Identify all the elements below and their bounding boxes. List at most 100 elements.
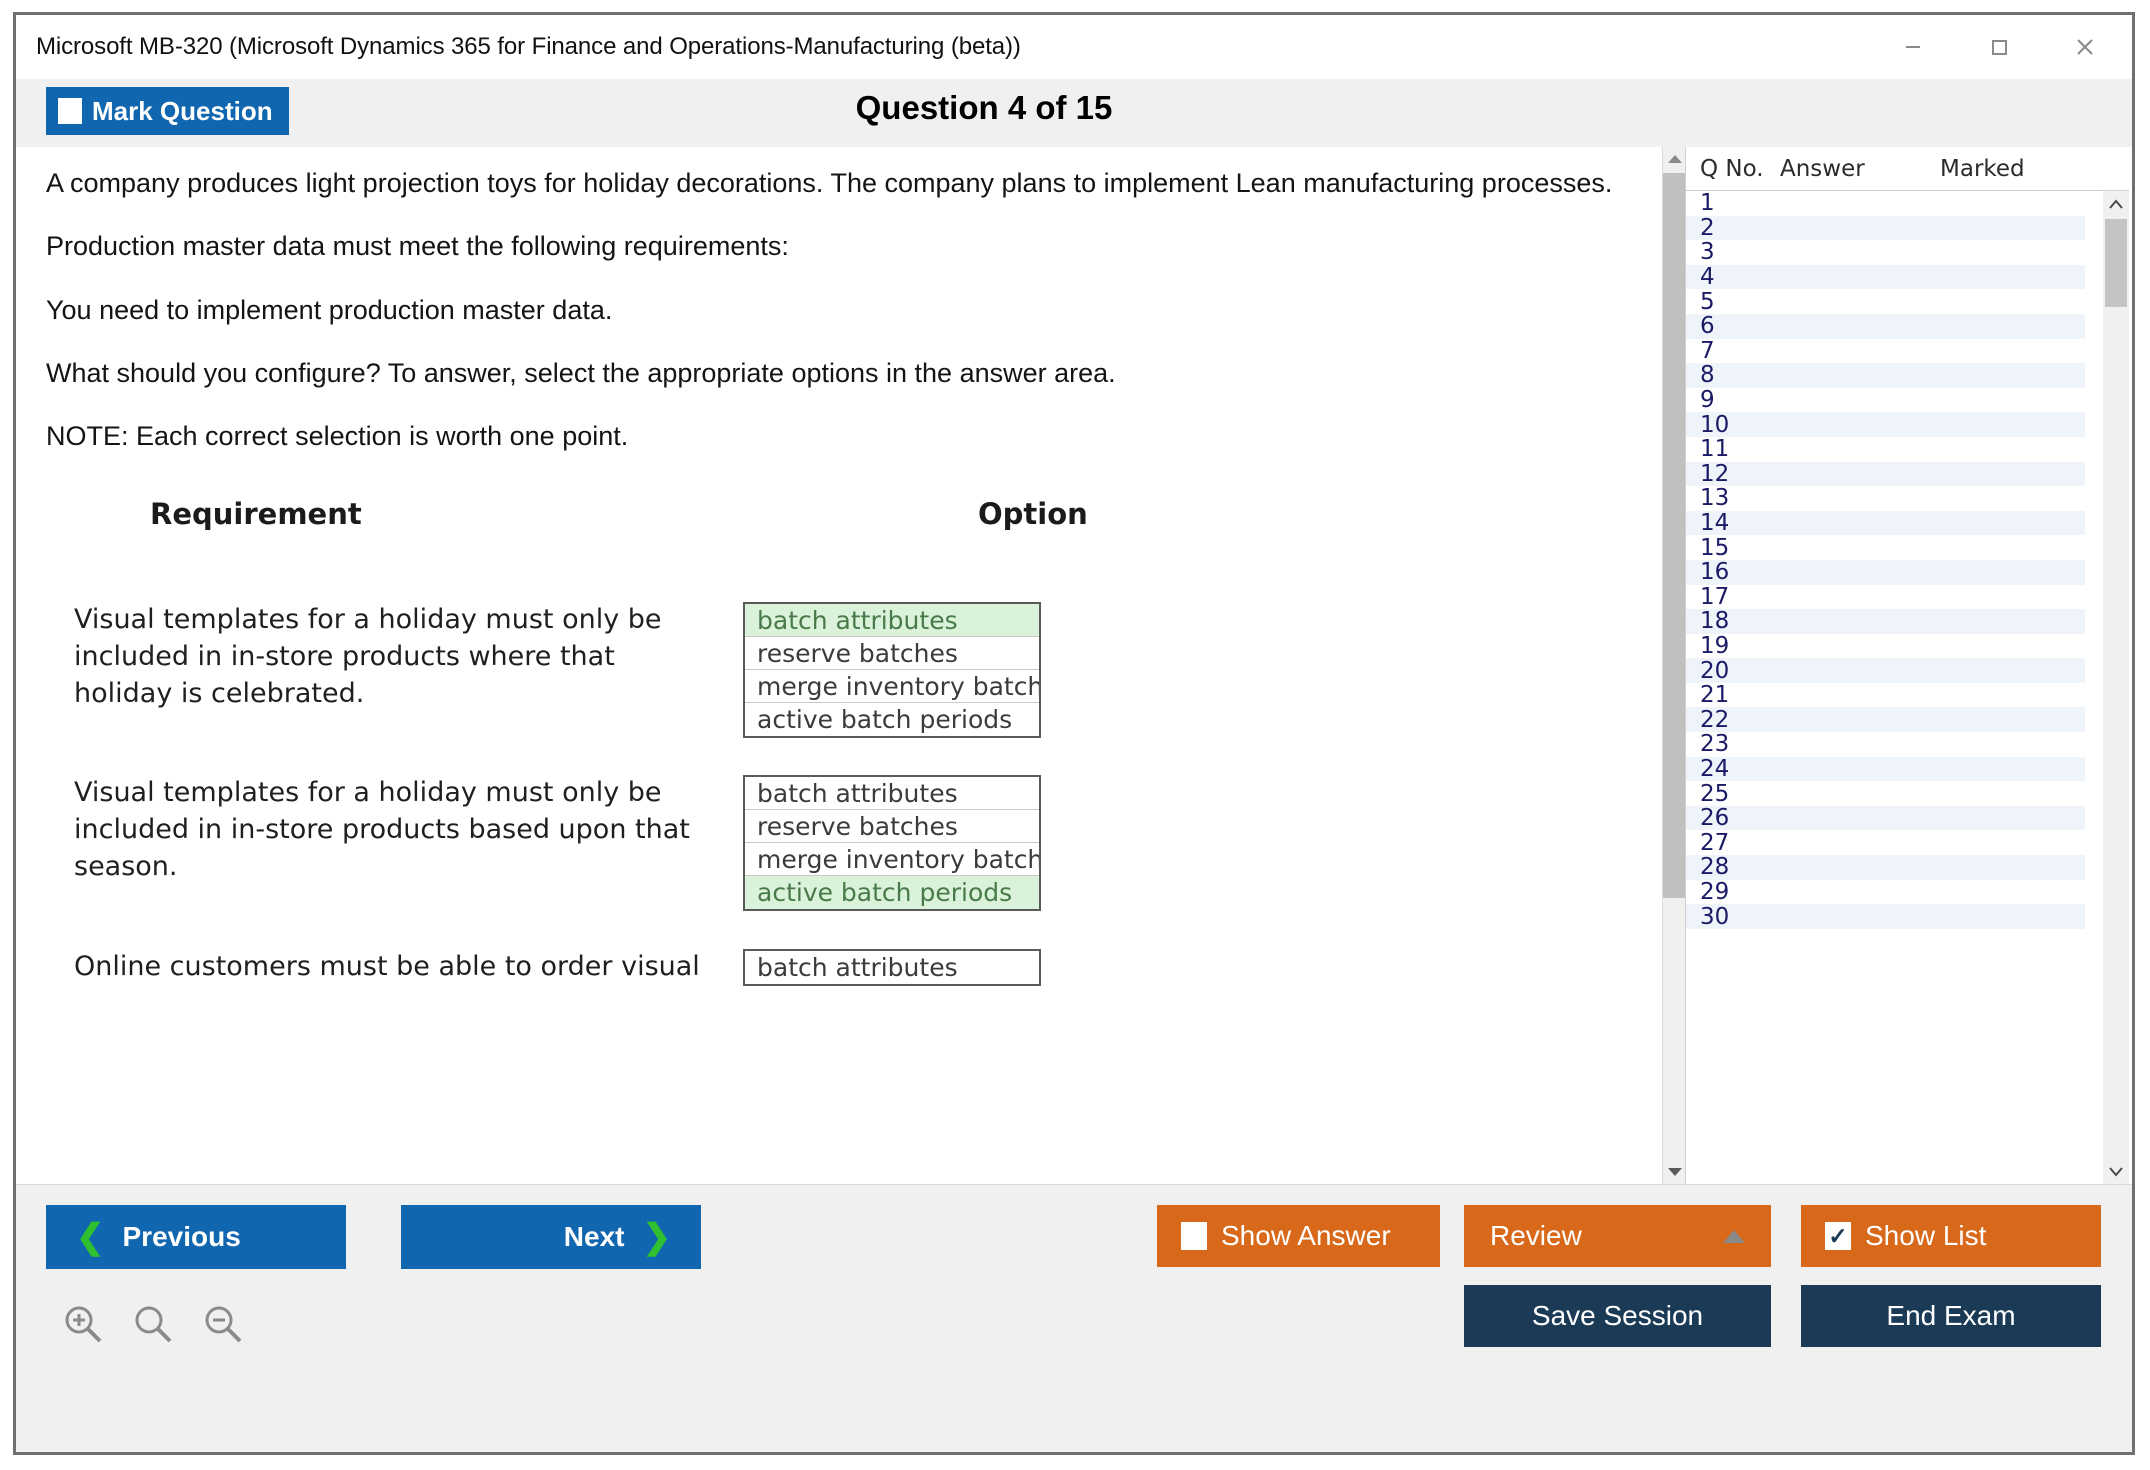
- question-pane-scrollbar[interactable]: [1662, 147, 1685, 1184]
- question-list-row[interactable]: 5: [1686, 289, 2085, 314]
- question-list-row[interactable]: 4: [1686, 265, 2085, 290]
- scroll-down-button[interactable]: [1663, 1160, 1685, 1184]
- question-list-row[interactable]: 21: [1686, 683, 2085, 708]
- question-paragraph: Production master data must meet the fol…: [46, 228, 1655, 265]
- previous-button[interactable]: ❮ Previous: [46, 1205, 346, 1269]
- save-session-label: Save Session: [1532, 1300, 1703, 1332]
- save-session-button[interactable]: Save Session: [1464, 1285, 1771, 1347]
- question-number-cell: 30: [1686, 904, 1780, 930]
- question-content: A company produces light projection toys…: [16, 147, 1685, 1057]
- list-scrollbar-thumb[interactable]: [2105, 219, 2127, 307]
- option-item[interactable]: batch attributes: [745, 777, 1039, 810]
- question-list-row[interactable]: 23: [1686, 732, 2085, 757]
- end-exam-button[interactable]: End Exam: [1801, 1285, 2101, 1347]
- footer-toolbar: ❮ Previous Next ❯: [16, 1184, 2132, 1452]
- option-item[interactable]: batch attributes: [745, 951, 1039, 984]
- review-button[interactable]: Review: [1464, 1205, 1771, 1267]
- question-list-row[interactable]: 26: [1686, 806, 2085, 831]
- option-item[interactable]: batch attributes: [745, 604, 1039, 637]
- question-paragraph: What should you configure? To answer, se…: [46, 355, 1655, 392]
- minimize-icon: [1899, 33, 1927, 61]
- question-list-row[interactable]: 1: [1686, 191, 2085, 216]
- question-number-cell: 20: [1686, 658, 1780, 684]
- question-list-row[interactable]: 12: [1686, 462, 2085, 487]
- option-item[interactable]: active batch periods: [745, 876, 1039, 909]
- question-number-cell: 21: [1686, 682, 1780, 708]
- question-list-row[interactable]: 19: [1686, 634, 2085, 659]
- scroll-up-button[interactable]: [1663, 147, 1685, 171]
- question-number-cell: 23: [1686, 731, 1780, 757]
- list-scroll-down-button[interactable]: [2103, 1158, 2129, 1184]
- question-number-cell: 26: [1686, 805, 1780, 831]
- question-list-row[interactable]: 16: [1686, 560, 2085, 585]
- question-list-row[interactable]: 6: [1686, 314, 2085, 339]
- question-number-cell: 22: [1686, 707, 1780, 733]
- question-list-body: 1234567891011121314151617181920212223242…: [1686, 191, 2129, 1184]
- question-number-cell: 25: [1686, 781, 1780, 807]
- question-list-row[interactable]: 29: [1686, 880, 2085, 905]
- zoom-reset-icon[interactable]: [130, 1301, 176, 1347]
- question-list-row[interactable]: 9: [1686, 388, 2085, 413]
- question-list-row[interactable]: 7: [1686, 339, 2085, 364]
- option-item[interactable]: merge inventory batch: [745, 670, 1039, 703]
- minimize-button[interactable]: [1870, 15, 1956, 79]
- exhibit-column-requirement: Requirement: [150, 497, 362, 531]
- show-answer-checkbox-icon[interactable]: [1181, 1222, 1207, 1250]
- question-list-row[interactable]: 18: [1686, 609, 2085, 634]
- question-pane: A company produces light projection toys…: [16, 147, 1685, 1184]
- question-list-row[interactable]: 15: [1686, 535, 2085, 560]
- option-item[interactable]: reserve batches: [745, 810, 1039, 843]
- answer-area-exhibit: Requirement Option Visual templates for …: [46, 497, 1655, 1057]
- option-item[interactable]: merge inventory batch: [745, 843, 1039, 876]
- question-paragraph: You need to implement production master …: [46, 292, 1655, 329]
- question-number-cell: 6: [1686, 313, 1780, 339]
- show-list-button[interactable]: ✓ Show List: [1801, 1205, 2101, 1267]
- question-list-row[interactable]: 20: [1686, 658, 2085, 683]
- requirement-text: Visual templates for a holiday must only…: [74, 602, 714, 713]
- list-scroll-up-button[interactable]: [2103, 191, 2129, 217]
- option-listbox[interactable]: batch attributes: [743, 949, 1041, 986]
- question-list-row[interactable]: 17: [1686, 585, 2085, 610]
- question-number-cell: 4: [1686, 264, 1780, 290]
- question-list-row[interactable]: 30: [1686, 904, 2085, 929]
- option-item[interactable]: active batch periods: [745, 703, 1039, 736]
- question-number-cell: 1: [1686, 191, 1780, 216]
- question-list-row[interactable]: 13: [1686, 486, 2085, 511]
- question-list-row[interactable]: 11: [1686, 437, 2085, 462]
- option-item[interactable]: reserve batches: [745, 637, 1039, 670]
- previous-label: Previous: [123, 1221, 241, 1253]
- show-list-checkbox-icon[interactable]: ✓: [1825, 1222, 1851, 1250]
- maximize-button[interactable]: [1956, 15, 2042, 79]
- question-list-row[interactable]: 27: [1686, 830, 2085, 855]
- question-list-row[interactable]: 28: [1686, 855, 2085, 880]
- show-answer-label: Show Answer: [1221, 1220, 1391, 1252]
- question-list-scrollbar[interactable]: [2103, 191, 2129, 1184]
- option-listbox[interactable]: batch attributes reserve batches merge i…: [743, 775, 1041, 911]
- close-button[interactable]: [2042, 15, 2128, 79]
- question-list-row[interactable]: 2: [1686, 216, 2085, 241]
- zoom-out-icon[interactable]: [200, 1301, 246, 1347]
- review-label: Review: [1490, 1220, 1582, 1252]
- chevron-up-icon: [1667, 154, 1683, 164]
- question-list-row[interactable]: 14: [1686, 511, 2085, 536]
- question-number-cell: 18: [1686, 608, 1780, 634]
- question-list-row[interactable]: 8: [1686, 363, 2085, 388]
- question-list-row[interactable]: 22: [1686, 707, 2085, 732]
- show-answer-button[interactable]: Show Answer: [1157, 1205, 1440, 1267]
- question-number-cell: 14: [1686, 510, 1780, 536]
- question-paragraph: NOTE: Each correct selection is worth on…: [46, 418, 1655, 455]
- question-list-row[interactable]: 24: [1686, 757, 2085, 782]
- close-icon: [2069, 31, 2101, 63]
- zoom-tools: [60, 1301, 246, 1347]
- question-list-row[interactable]: 3: [1686, 240, 2085, 265]
- zoom-in-icon[interactable]: [60, 1301, 106, 1347]
- option-listbox[interactable]: batch attributes reserve batches merge i…: [743, 602, 1041, 738]
- next-button[interactable]: Next ❯: [401, 1205, 701, 1269]
- question-number-cell: 13: [1686, 485, 1780, 511]
- triangle-up-icon: [1723, 1230, 1745, 1243]
- maximize-icon: [1985, 33, 2013, 61]
- check-icon: ✓: [1828, 1225, 1847, 1248]
- question-list-row[interactable]: 10: [1686, 412, 2085, 437]
- question-list-row[interactable]: 25: [1686, 781, 2085, 806]
- scrollbar-thumb[interactable]: [1663, 173, 1685, 898]
